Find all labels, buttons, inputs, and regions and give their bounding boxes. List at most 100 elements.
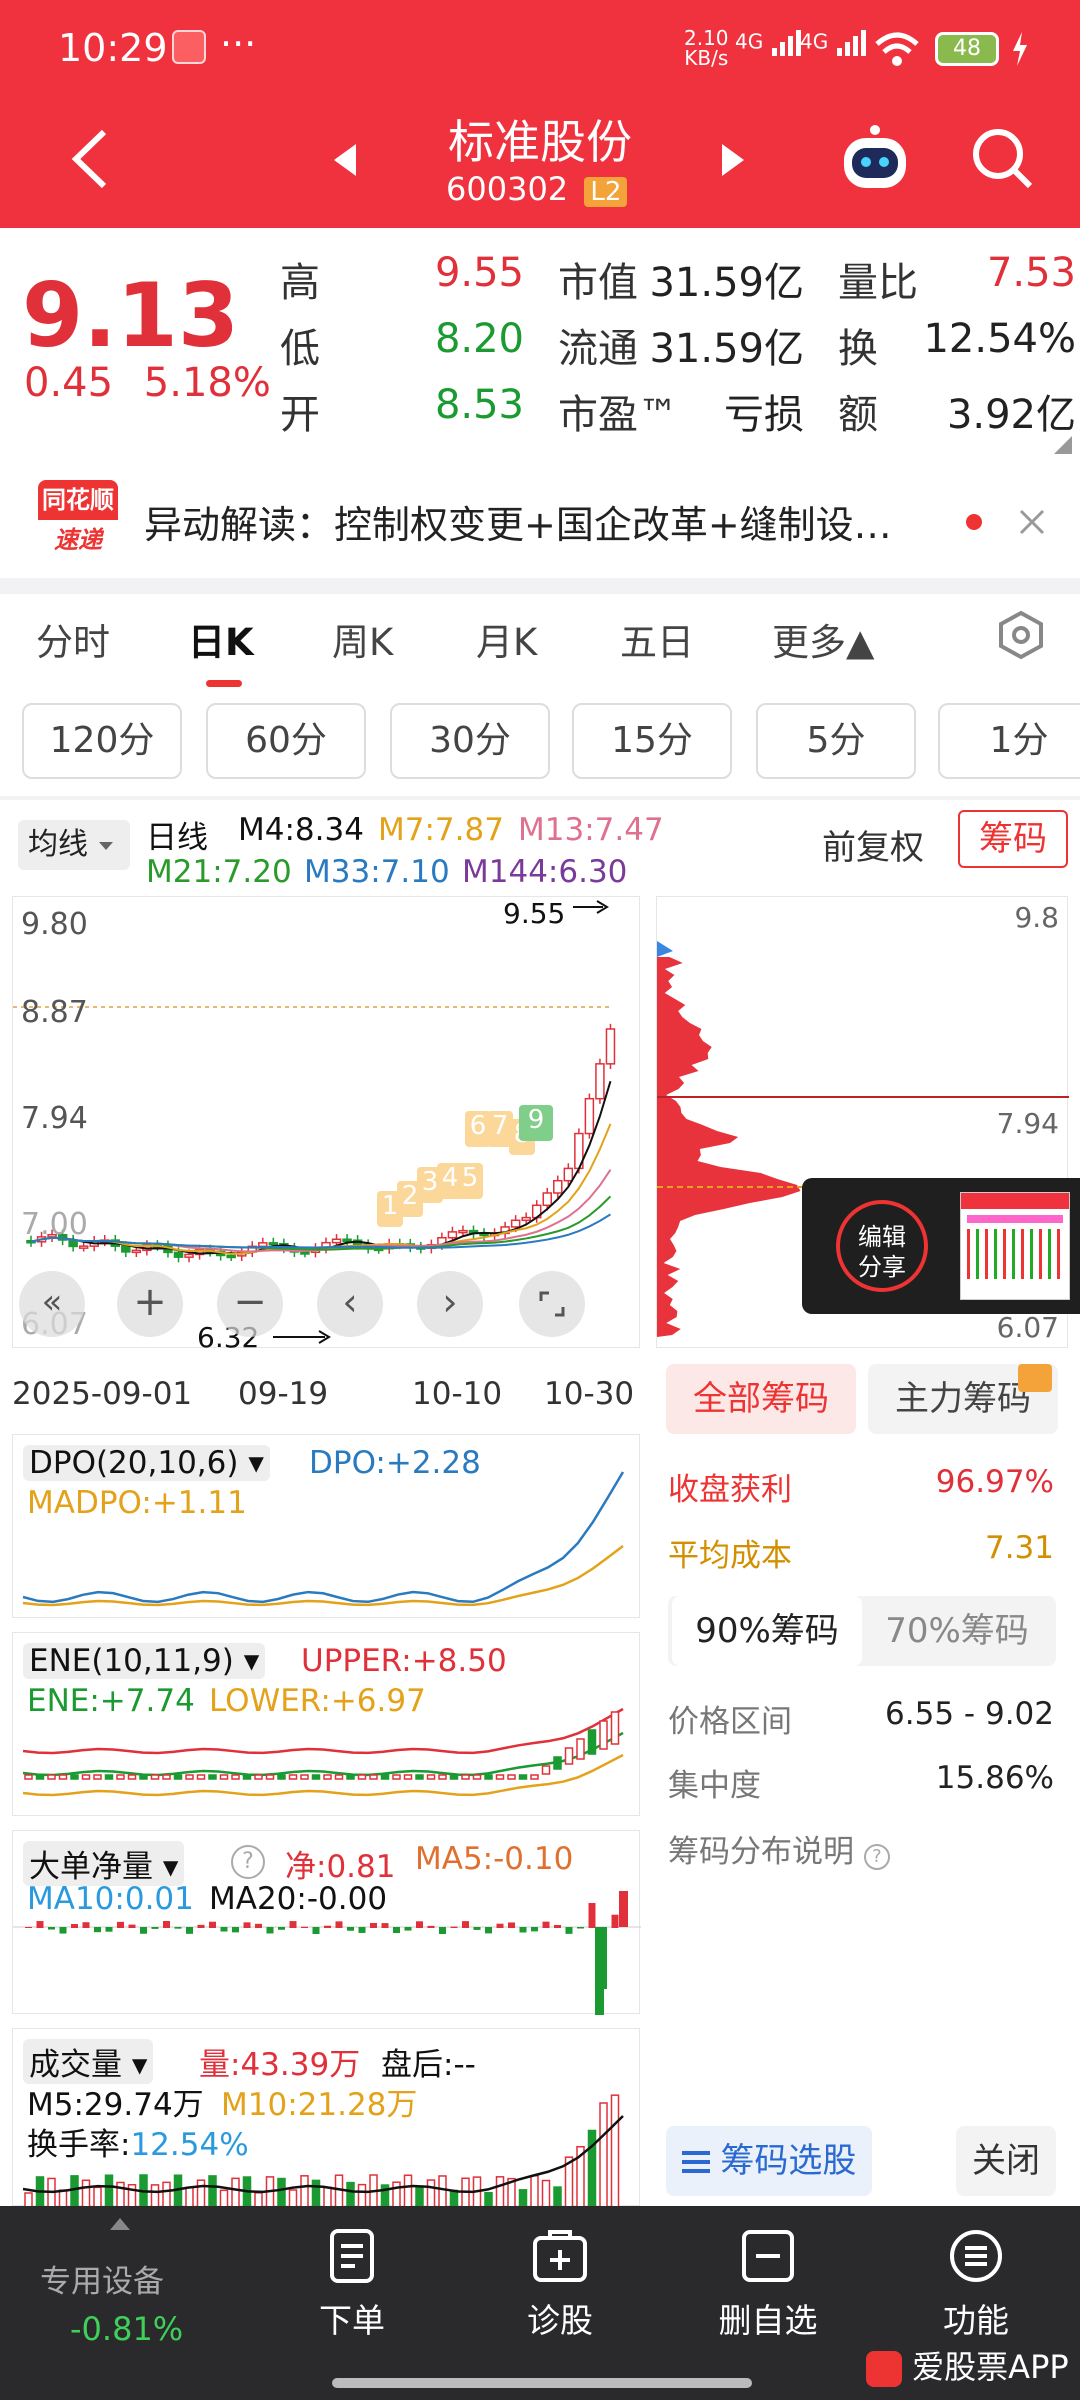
next-stock-icon[interactable]: [718, 142, 746, 178]
news-text[interactable]: 异动解读：控制权变更+国企改革+缝制设…: [144, 494, 892, 549]
candle-body: [227, 1255, 235, 1257]
screenshot-thumbnail[interactable]: [960, 1192, 1070, 1300]
chips-explain-link[interactable]: 筹码分布说明 ?: [668, 1826, 890, 1871]
status-bar: 10:29 ··· 2.10 KB/s 4G 4G 48: [0, 0, 1080, 100]
chips-axis-top: 9.8: [1014, 901, 1059, 934]
help-icon[interactable]: ?: [231, 1845, 265, 1879]
ma-select[interactable]: 均线: [18, 820, 130, 870]
bigorder-bar: [382, 1923, 389, 1928]
bigorder-bar: [186, 1927, 193, 1934]
period-5m[interactable]: 5分: [756, 703, 916, 779]
y-tick-794: 7.94: [21, 1101, 88, 1136]
bigorder-panel[interactable]: 大单净量 ▾ ? 净:0.81 MA5:-0.10 MA10:0.01 MA20…: [12, 1830, 640, 2014]
bigorder-bar: [393, 1927, 400, 1933]
ene-candle: [554, 1757, 561, 1769]
candle-body: [132, 1250, 140, 1252]
ma-m7: M7:7.87: [378, 812, 504, 848]
volume-panel[interactable]: 成交量 ▾ 量:43.39万 盘后:-- M5:29.74万 M10:21.28…: [12, 2028, 640, 2206]
volume-bar: [428, 2180, 435, 2207]
tab-more[interactable]: 更多▲: [772, 612, 874, 666]
tab-weekly-k[interactable]: 周K: [332, 612, 393, 666]
ene-candle: [290, 1775, 297, 1779]
status-time: 10:29: [58, 26, 168, 70]
candle-body: [343, 1239, 351, 1241]
chips-select-stock-button[interactable]: 筹码选股: [666, 2126, 872, 2196]
fullscreen-button[interactable]: [519, 1271, 585, 1337]
volume-bar: [221, 2190, 228, 2207]
nav-remove-watchlist[interactable]: 删自选: [688, 2228, 848, 2342]
zoom-out-button[interactable]: −: [217, 1271, 283, 1337]
candle-body: [522, 1218, 530, 1221]
avg-cost-value: 7.31: [985, 1530, 1054, 1566]
nav-order[interactable]: 下单: [272, 2228, 432, 2342]
diagnose-icon: [530, 2228, 590, 2284]
bigorder-bar: [577, 1927, 584, 1928]
candle-body: [512, 1220, 520, 1227]
tab-timeshare[interactable]: 分时: [36, 612, 110, 666]
ene-mid: ENE:+7.74: [27, 1683, 195, 1719]
edit-share-button[interactable]: 编辑 分享: [836, 1200, 928, 1292]
scroll-left-fast-button[interactable]: «: [19, 1271, 85, 1337]
ene-candle: [163, 1775, 170, 1779]
dpo-select[interactable]: DPO(20,10,6) ▾: [23, 1445, 270, 1481]
nav-functions[interactable]: 功能: [896, 2228, 1056, 2342]
ene-candle: [577, 1739, 584, 1759]
sector-label[interactable]: 专用设备: [40, 2256, 164, 2301]
ene-candle: [336, 1775, 343, 1779]
prev-stock-icon[interactable]: [332, 142, 360, 178]
robot-assistant-icon[interactable]: [838, 122, 912, 194]
chips-close-button[interactable]: 关闭: [956, 2126, 1056, 2196]
news-bar[interactable]: 同花顺 速递 异动解读：控制权变更+国企改革+缝制设…: [0, 470, 1080, 576]
volume-m10: M10:21.28万: [221, 2079, 417, 2124]
expand-corner-icon[interactable]: [1052, 434, 1074, 456]
bigorder-bar: [244, 1922, 251, 1928]
close-icon[interactable]: [1018, 508, 1046, 536]
kline-panel[interactable]: 9.80 8.87 7.94 7.00 6.07 9.55 6.32 1 2 3…: [12, 896, 640, 1348]
share-overlay[interactable]: 编辑 分享: [802, 1178, 1080, 1314]
high-marker: 9.55: [503, 897, 565, 930]
stock-title: 标准股份: [440, 106, 640, 172]
period-60m[interactable]: 60分: [206, 703, 366, 779]
bigorder-select[interactable]: 大单净量 ▾: [23, 1841, 184, 1886]
chips-tab-70[interactable]: 70%筹码: [862, 1596, 1052, 1666]
bigorder-bar: [267, 1927, 274, 1933]
ene-select[interactable]: ENE(10,11,9) ▾: [23, 1643, 265, 1679]
zoom-in-button[interactable]: +: [117, 1271, 183, 1337]
bigorder-bar: [359, 1927, 366, 1933]
candle-body: [543, 1193, 551, 1205]
scroll-right-button[interactable]: ›: [417, 1271, 483, 1337]
volume-bar: [290, 2190, 297, 2207]
chips-tab-90[interactable]: 90%筹码: [672, 1596, 862, 1666]
volume-bar: [232, 2178, 239, 2207]
bigorder-bar: [324, 1926, 331, 1928]
volume-bar: [278, 2179, 285, 2207]
period-30m[interactable]: 30分: [390, 703, 550, 779]
period-1m[interactable]: 1分: [938, 703, 1080, 779]
candle-body: [301, 1252, 309, 1254]
volume-bar: [175, 2175, 182, 2207]
wifi-icon: [872, 30, 922, 68]
expand-up-icon[interactable]: [108, 2216, 132, 2232]
tab-daily-k[interactable]: 日K: [188, 612, 254, 666]
search-icon[interactable]: [970, 126, 1034, 190]
scroll-left-button[interactable]: ‹: [317, 1271, 383, 1337]
settings-hex-icon[interactable]: [996, 610, 1046, 660]
tab-five-day[interactable]: 五日: [620, 612, 694, 666]
chips-toggle-button[interactable]: 筹码: [958, 810, 1068, 868]
dpo-value: DPO:+2.28: [309, 1445, 481, 1481]
chips-tab-all[interactable]: 全部筹码: [666, 1364, 856, 1434]
tab-active-underline: [206, 680, 242, 687]
candle-body: [448, 1232, 456, 1238]
back-icon[interactable]: [66, 128, 112, 190]
period-120m[interactable]: 120分: [22, 703, 182, 779]
ene-candle: [370, 1775, 377, 1779]
dpo-panel[interactable]: DPO(20,10,6) ▾ DPO:+2.28 MADPO:+1.11: [12, 1434, 640, 1618]
unread-dot: [966, 514, 982, 530]
period-15m[interactable]: 15分: [572, 703, 732, 779]
nav-diagnose[interactable]: 诊股: [480, 2228, 640, 2342]
tab-monthly-k[interactable]: 月K: [476, 612, 537, 666]
ene-panel[interactable]: ENE(10,11,9) ▾ UPPER:+8.50 ENE:+7.74 LOW…: [12, 1632, 640, 1816]
ene-candle: [106, 1775, 113, 1779]
volume-select[interactable]: 成交量 ▾: [23, 2039, 153, 2084]
adjust-mode[interactable]: 前复权: [822, 820, 924, 869]
